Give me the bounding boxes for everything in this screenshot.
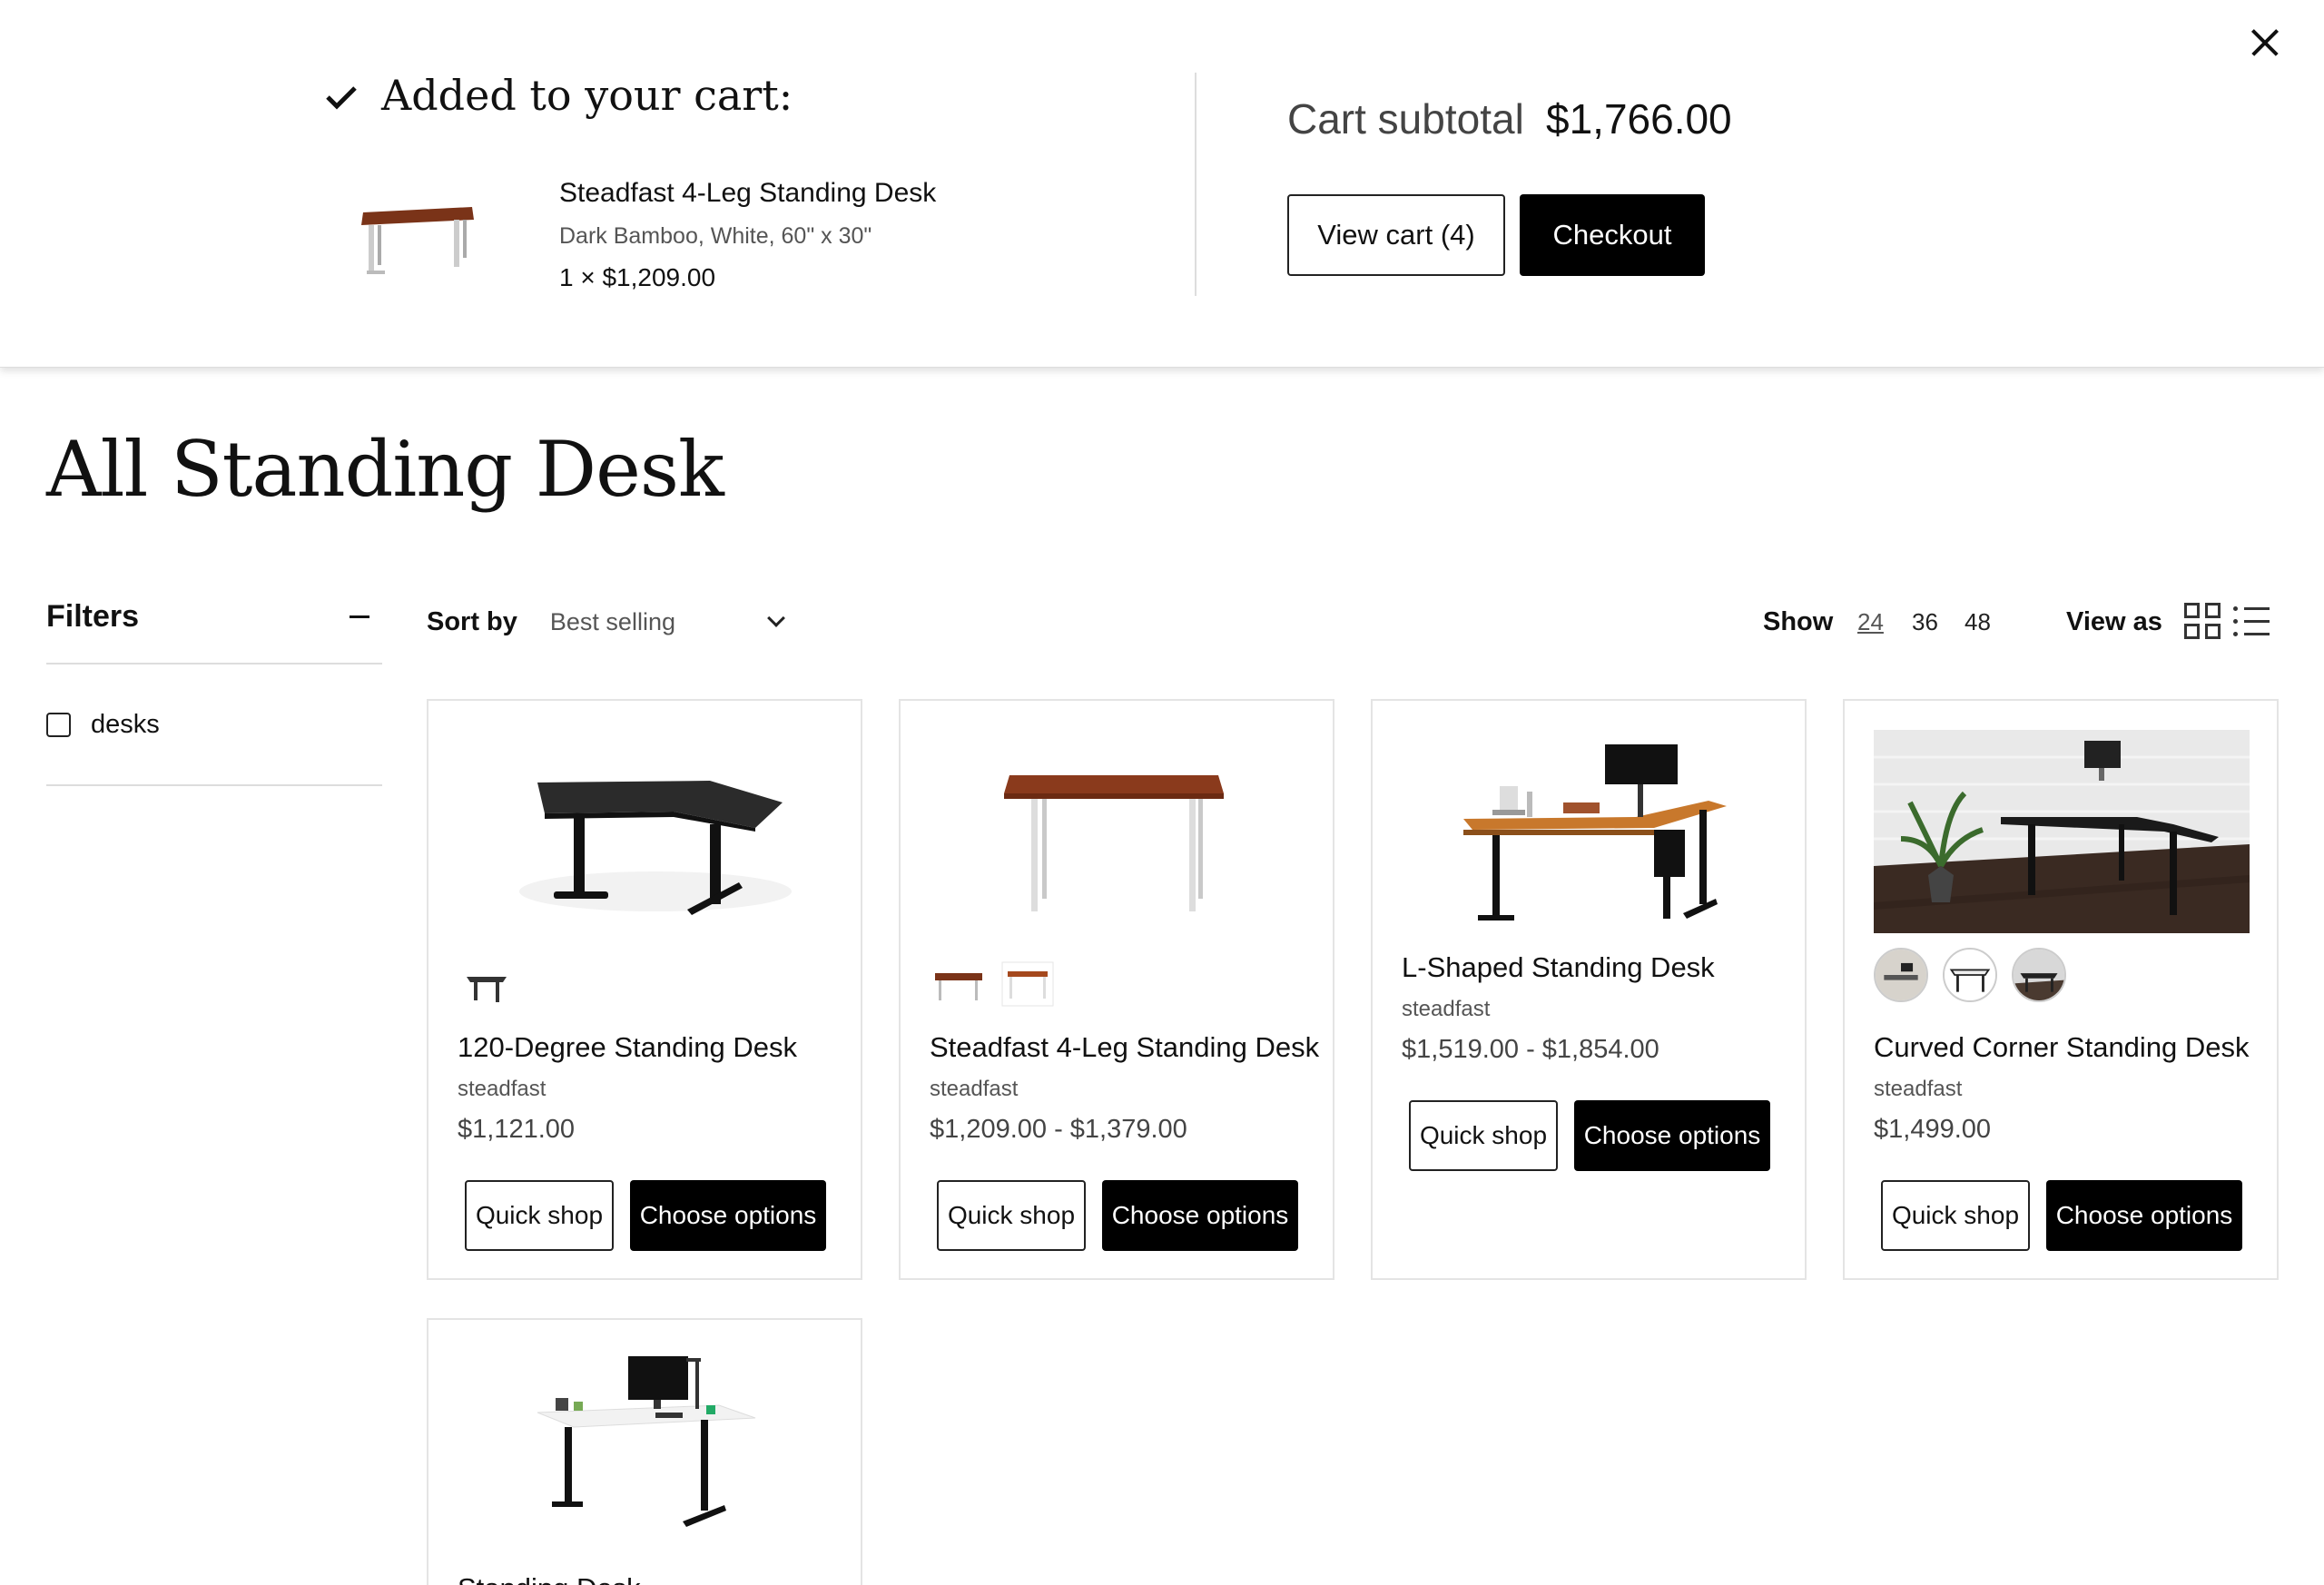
cart-subtotal-label: Cart subtotal xyxy=(1287,95,1524,143)
checkmark-icon xyxy=(326,86,357,110)
filters-title: Filters xyxy=(46,598,140,634)
choose-options-button[interactable]: Choose options xyxy=(1102,1180,1298,1251)
cart-item-name[interactable]: Steadfast 4-Leg Standing Desk xyxy=(559,178,936,209)
quick-shop-button[interactable]: Quick shop xyxy=(465,1180,614,1251)
cart-item-image[interactable] xyxy=(356,192,479,280)
quick-shop-button[interactable]: Quick shop xyxy=(1881,1180,2030,1251)
view-as-label: View as xyxy=(2066,606,2162,636)
collection-page: All Standing Desk Filters desks Sort by … xyxy=(0,0,2324,1585)
product-price: $1,209.00 - $1,379.00 xyxy=(930,1115,1187,1144)
product-name[interactable]: Standing Desk xyxy=(458,1572,641,1585)
product-price: $1,519.00 - $1,854.00 xyxy=(1402,1035,1659,1064)
show-option-24[interactable]: 24 xyxy=(1857,608,1884,636)
choose-options-button[interactable]: Choose options xyxy=(1574,1100,1770,1171)
quick-shop-button[interactable]: Quick shop xyxy=(1409,1100,1558,1171)
product-image[interactable] xyxy=(1874,730,2250,933)
added-to-cart-title: Added to your cart: xyxy=(381,71,793,120)
cart-subtotal-value: $1,766.00 xyxy=(1546,95,1732,143)
show-label: Show xyxy=(1763,606,1834,636)
list-view-icon[interactable] xyxy=(2233,605,2270,637)
quick-shop-button[interactable]: Quick shop xyxy=(937,1180,1086,1251)
product-name[interactable]: L-Shaped Standing Desk xyxy=(1402,951,1715,984)
view-cart-button[interactable]: View cart (4) xyxy=(1287,194,1505,276)
product-card[interactable]: 120-Degree Standing Desk steadfast $1,12… xyxy=(427,699,862,1280)
product-card[interactable]: Standing Desk xyxy=(427,1318,862,1585)
color-swatches xyxy=(1874,948,2066,1002)
page-title: All Standing Desk xyxy=(46,425,724,514)
product-vendor: steadfast xyxy=(458,1077,547,1101)
swatch-option[interactable] xyxy=(931,957,986,1011)
filters-sidebar: Filters desks xyxy=(46,590,382,786)
chevron-down-icon[interactable] xyxy=(767,609,785,627)
swatch-option[interactable] xyxy=(1943,948,1997,1002)
filter-item-desks[interactable]: desks xyxy=(46,665,382,786)
product-price: $1,121.00 xyxy=(458,1115,576,1144)
choose-options-button[interactable]: Choose options xyxy=(630,1180,826,1251)
collection-toolbar: Sort by Best selling Show 24 36 48 View … xyxy=(427,599,2279,645)
added-to-cart-drawer: Added to your cart: Steadfast 4-Leg Stan… xyxy=(0,0,2324,368)
filter-label: desks xyxy=(91,709,160,739)
filter-checkbox[interactable] xyxy=(46,712,71,737)
cart-item-qty-price: 1 × $1,209.00 xyxy=(559,263,716,291)
product-image[interactable] xyxy=(483,737,810,919)
product-image[interactable] xyxy=(1427,728,1754,928)
product-image[interactable] xyxy=(519,1349,773,1531)
collapse-icon[interactable] xyxy=(350,615,369,618)
product-name[interactable]: 120-Degree Standing Desk xyxy=(458,1031,797,1064)
color-swatches xyxy=(931,957,1055,1011)
product-card[interactable]: Curved Corner Standing Desk steadfast $1… xyxy=(1843,699,2279,1280)
swatch-option[interactable] xyxy=(2012,948,2066,1002)
product-image[interactable] xyxy=(955,737,1282,919)
overlay-divider xyxy=(1195,73,1196,296)
close-icon[interactable] xyxy=(2250,27,2280,58)
sort-select[interactable]: Best selling xyxy=(550,608,675,636)
product-card[interactable]: L-Shaped Standing Desk steadfast $1,519.… xyxy=(1371,699,1807,1280)
swatch-option[interactable] xyxy=(1000,957,1055,1011)
product-vendor: steadfast xyxy=(930,1077,1019,1101)
choose-options-button[interactable]: Choose options xyxy=(2046,1180,2242,1251)
sort-label: Sort by xyxy=(427,606,517,636)
show-option-48[interactable]: 48 xyxy=(1965,608,1991,636)
show-option-36[interactable]: 36 xyxy=(1912,608,1938,636)
product-vendor: steadfast xyxy=(1874,1077,1963,1101)
product-card[interactable]: Steadfast 4-Leg Standing Desk steadfast … xyxy=(899,699,1334,1280)
cart-item-variant: Dark Bamboo, White, 60" x 30" xyxy=(559,223,872,249)
product-price: $1,499.00 xyxy=(1874,1115,1992,1144)
checkout-button[interactable]: Checkout xyxy=(1520,194,1705,276)
product-name[interactable]: Steadfast 4-Leg Standing Desk xyxy=(930,1031,1319,1064)
swatch-option[interactable] xyxy=(1874,948,1928,1002)
product-vendor: steadfast xyxy=(1402,997,1491,1021)
filters-header[interactable]: Filters xyxy=(46,590,382,643)
product-name[interactable]: Curved Corner Standing Desk xyxy=(1874,1031,2250,1064)
grid-view-icon[interactable] xyxy=(2184,603,2221,639)
color-swatches xyxy=(459,957,514,1011)
swatch-option[interactable] xyxy=(459,957,514,1011)
